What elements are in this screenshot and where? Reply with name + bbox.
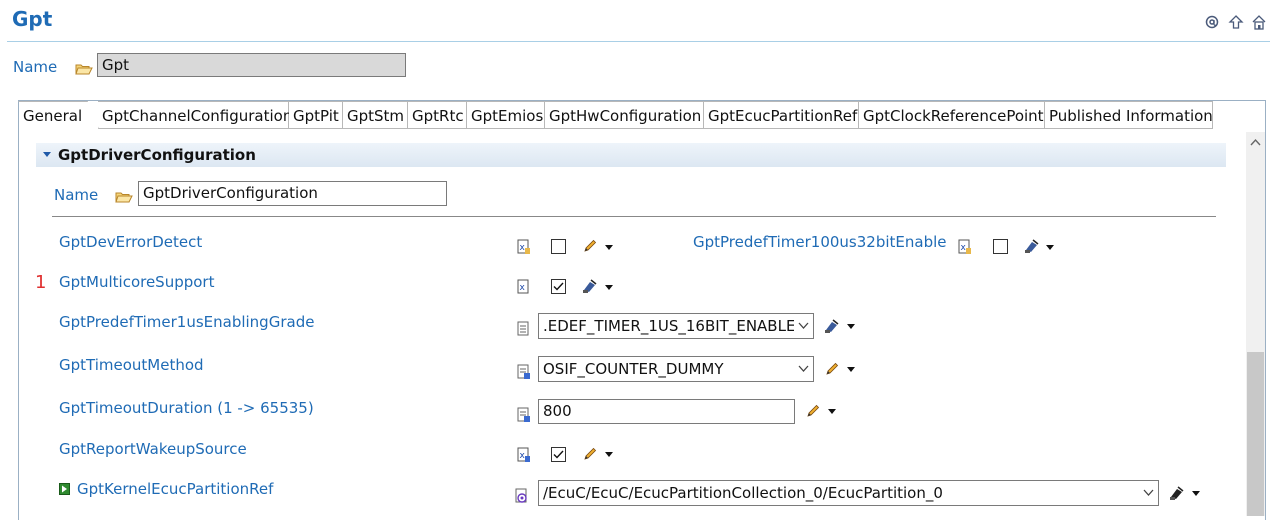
chevron-down-icon[interactable] bbox=[1192, 491, 1200, 496]
enum-param-icon bbox=[517, 321, 530, 337]
param-label-multicore: GptMulticoreSupport bbox=[59, 273, 215, 291]
tab-gpt-ecuc-partition-ref[interactable]: GptEcucPartitionRef bbox=[704, 101, 859, 129]
calculated-value-icon[interactable] bbox=[824, 318, 840, 334]
reference-indicator-icon bbox=[59, 481, 70, 495]
chevron-down-icon[interactable] bbox=[828, 409, 836, 414]
integer-param-icon bbox=[517, 407, 530, 423]
tab-gpt-clock-reference-point[interactable]: GptClockReferencePoint bbox=[859, 101, 1045, 129]
home-icon[interactable] bbox=[1251, 14, 1267, 32]
multicore-checkbox[interactable] bbox=[551, 279, 566, 294]
chevron-down-icon[interactable] bbox=[605, 285, 613, 290]
section-name-input[interactable]: GptDriverConfiguration bbox=[138, 181, 447, 206]
scrollbar-thumb[interactable] bbox=[1247, 352, 1264, 516]
chevron-down-icon[interactable] bbox=[1046, 245, 1054, 250]
tab-gpt-pit[interactable]: GptPit bbox=[289, 101, 343, 129]
svg-text:x: x bbox=[520, 451, 526, 461]
section-name-label: Name bbox=[54, 186, 99, 204]
enum-param-icon bbox=[517, 364, 530, 380]
boolean-param-icon: x bbox=[517, 239, 530, 255]
wakeup-source-checkbox[interactable] bbox=[551, 447, 566, 462]
timeout-duration-input[interactable]: 800 bbox=[538, 399, 795, 424]
predef-100us-checkbox[interactable] bbox=[993, 239, 1008, 254]
param-label-timeout-method: GptTimeoutMethod bbox=[59, 356, 204, 374]
chevron-down-icon[interactable] bbox=[847, 324, 855, 329]
chevron-down-icon[interactable] bbox=[847, 367, 855, 372]
section-divider bbox=[52, 216, 1216, 217]
tab-published-information[interactable]: Published Information bbox=[1045, 101, 1213, 129]
scroll-up-icon[interactable] bbox=[1246, 132, 1265, 152]
predef-1us-value: .EDEF_TIMER_1US_16BIT_ENABLED bbox=[543, 317, 807, 335]
svg-text:x: x bbox=[520, 243, 526, 253]
row-marker: 1 bbox=[35, 272, 47, 293]
calculated-value-icon[interactable] bbox=[582, 278, 598, 294]
tab-gpt-stm[interactable]: GptStm bbox=[343, 101, 408, 129]
timeout-method-value: OSIF_COUNTER_DUMMY bbox=[543, 360, 724, 378]
predef-1us-select[interactable]: .EDEF_TIMER_1US_16BIT_ENABLED bbox=[538, 313, 814, 339]
boolean-param-icon: x bbox=[517, 447, 530, 463]
tab-gpt-channel-configuration[interactable]: GptChannelConfiguration bbox=[98, 101, 292, 129]
timeout-method-select[interactable]: OSIF_COUNTER_DUMMY bbox=[538, 356, 814, 382]
pencil-icon[interactable] bbox=[805, 403, 821, 419]
param-label-predef-100us: GptPredefTimer100us32bitEnable bbox=[693, 233, 947, 251]
name-input[interactable]: Gpt bbox=[97, 53, 406, 77]
tab-gpt-emios[interactable]: GptEmios bbox=[467, 101, 545, 129]
header-divider bbox=[7, 41, 1270, 42]
chevron-down-icon[interactable] bbox=[605, 452, 613, 457]
chevron-down-icon[interactable] bbox=[605, 245, 613, 250]
pencil-icon[interactable] bbox=[582, 238, 598, 254]
tab-bar: General GptChannelConfiguration GptPit G… bbox=[18, 101, 1213, 129]
page-title: Gpt bbox=[12, 7, 53, 31]
chevron-down-icon[interactable] bbox=[1139, 481, 1157, 505]
reference-param-icon bbox=[515, 488, 528, 504]
param-label-dev-error-detect: GptDevErrorDetect bbox=[59, 233, 203, 251]
param-label-timeout-duration: GptTimeoutDuration (1 -> 65535) bbox=[59, 399, 314, 417]
at-icon[interactable] bbox=[1204, 14, 1220, 32]
svg-text:x: x bbox=[961, 243, 967, 253]
calculated-value-icon[interactable] bbox=[1024, 238, 1040, 254]
kernel-partition-ref-value: /EcuC/EcuC/EcucPartitionCollection_0/Ecu… bbox=[543, 484, 943, 502]
tab-gpt-rtc[interactable]: GptRtc bbox=[408, 101, 467, 129]
pencil-icon[interactable] bbox=[582, 446, 598, 462]
chevron-down-icon[interactable] bbox=[794, 357, 812, 381]
up-arrow-icon[interactable] bbox=[1228, 14, 1244, 32]
boolean-param-icon: x bbox=[517, 279, 530, 295]
section-title: GptDriverConfiguration bbox=[58, 146, 256, 164]
tab-general[interactable]: General bbox=[18, 101, 99, 129]
folder-icon bbox=[115, 189, 133, 205]
kernel-partition-ref-select[interactable]: /EcuC/EcuC/EcucPartitionCollection_0/Ecu… bbox=[538, 480, 1159, 506]
tab-gpt-hw-configuration[interactable]: GptHwConfiguration bbox=[545, 101, 704, 129]
chevron-down-icon[interactable] bbox=[794, 314, 812, 338]
param-label-predef-1us: GptPredefTimer1usEnablingGrade bbox=[59, 313, 315, 331]
calculated-value-icon[interactable] bbox=[1169, 485, 1185, 501]
name-label: Name bbox=[13, 58, 58, 76]
pencil-icon[interactable] bbox=[824, 361, 840, 377]
param-label-wakeup-source: GptReportWakeupSource bbox=[59, 440, 247, 458]
folder-icon bbox=[75, 61, 93, 77]
svg-text:x: x bbox=[520, 283, 526, 293]
dev-error-detect-checkbox[interactable] bbox=[551, 239, 566, 254]
boolean-param-icon: x bbox=[958, 239, 971, 255]
param-label-kernel-partition-ref: GptKernelEcucPartitionRef bbox=[77, 480, 274, 498]
collapse-triangle-icon[interactable] bbox=[43, 152, 51, 157]
